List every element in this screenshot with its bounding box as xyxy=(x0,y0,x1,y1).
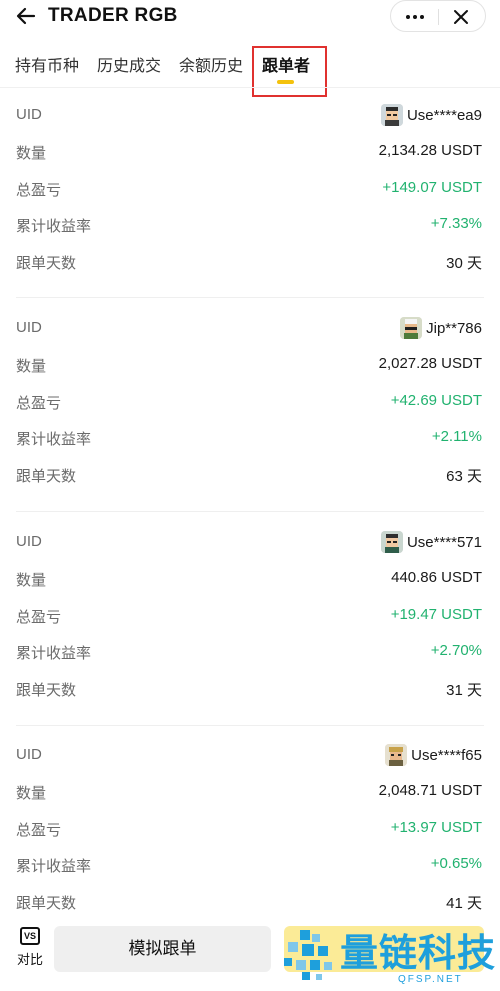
uid-value: Use****ea9 xyxy=(380,103,482,127)
simulate-follow-button[interactable]: 模拟跟单 xyxy=(54,926,271,972)
avatar xyxy=(380,531,403,553)
follower-card: UID Jip**786 数量 2,027.28 USDT 总盈亏 +42.69… xyxy=(0,315,500,498)
amount-label: 数量 xyxy=(16,785,47,802)
tab-balance-history[interactable]: 余额历史 xyxy=(179,52,243,76)
vs-icon: VS xyxy=(20,927,40,945)
return-label: 累计收益率 xyxy=(16,218,92,235)
days-row: 跟单天数 41 天 xyxy=(0,888,500,916)
uid-value: Use****f65 xyxy=(385,743,482,767)
return-value: +0.65% xyxy=(430,855,482,872)
amount-value: 2,134.28 USDT xyxy=(378,142,482,159)
return-row: 累计收益率 +0.65% xyxy=(0,851,500,879)
avatar xyxy=(400,317,423,339)
return-row: 累计收益率 +2.11% xyxy=(0,424,500,452)
pnl-label: 总盈亏 xyxy=(16,395,62,412)
capsule-divider xyxy=(438,9,439,25)
amount-label: 数量 xyxy=(16,572,47,589)
uid-value: Use****571 xyxy=(380,530,482,554)
more-dots-icon[interactable] xyxy=(399,5,431,29)
username: Use****ea9 xyxy=(406,106,482,124)
tab-trade-history[interactable]: 历史成交 xyxy=(97,52,161,76)
return-value: +7.33% xyxy=(430,215,482,232)
compare-label: 对比 xyxy=(16,952,43,967)
header: TRADER RGB xyxy=(0,0,500,34)
tab-holdings[interactable]: 持有币种 xyxy=(15,52,79,76)
amount-value: 440.86 USDT xyxy=(391,569,482,586)
watermark-logo-icon xyxy=(284,930,332,980)
username: Use****f65 xyxy=(411,746,482,764)
amount-row: 数量 2,048.71 USDT xyxy=(0,778,500,806)
watermark-domain: QFSP.NET xyxy=(398,974,463,985)
avatar xyxy=(380,104,403,126)
watermark: 量链科技 QFSP.NET xyxy=(278,918,500,991)
pnl-value: +13.97 USDT xyxy=(390,819,482,836)
return-row: 累计收益率 +7.33% xyxy=(0,211,500,239)
days-row: 跟单天数 63 天 xyxy=(0,461,500,489)
return-value: +2.70% xyxy=(430,642,482,659)
amount-label: 数量 xyxy=(16,358,47,375)
close-icon[interactable] xyxy=(449,5,473,29)
follower-card: UID Use****571 数量 440.86 USDT 总盈亏 +19.47… xyxy=(0,529,500,712)
amount-value: 2,027.28 USDT xyxy=(378,355,482,372)
days-value: 41 天 xyxy=(446,895,482,912)
days-label: 跟单天数 xyxy=(16,682,77,699)
arrow-left-icon[interactable] xyxy=(14,4,38,28)
tabs-divider xyxy=(0,87,500,88)
return-value: +2.11% xyxy=(431,428,482,445)
pnl-label: 总盈亏 xyxy=(16,182,62,199)
days-label: 跟单天数 xyxy=(16,468,77,485)
active-tab-indicator xyxy=(277,80,294,84)
avatar xyxy=(385,744,408,766)
pnl-row: 总盈亏 +149.07 USDT xyxy=(0,175,500,203)
tab-highlight-box xyxy=(252,46,327,97)
pnl-row: 总盈亏 +42.69 USDT xyxy=(0,388,500,416)
tab-bar: 持有币种 历史成交 余额历史 跟单者 xyxy=(0,44,500,88)
days-value: 31 天 xyxy=(446,682,482,699)
return-label: 累计收益率 xyxy=(16,431,92,448)
uid-value: Jip**786 xyxy=(400,316,482,340)
amount-value: 2,048.71 USDT xyxy=(378,782,482,799)
pnl-value: +19.47 USDT xyxy=(390,606,482,623)
return-row: 累计收益率 +2.70% xyxy=(0,638,500,666)
amount-row: 数量 2,134.28 USDT xyxy=(0,138,500,166)
pnl-value: +149.07 USDT xyxy=(382,179,482,196)
uid-row: UID Use****ea9 xyxy=(0,102,500,130)
follower-card: UID Use****ea9 数量 2,134.28 USDT 总盈亏 +149… xyxy=(0,102,500,285)
days-value: 63 天 xyxy=(446,468,482,485)
pnl-label: 总盈亏 xyxy=(16,822,62,839)
page-title: TRADER RGB xyxy=(48,5,178,26)
compare-button[interactable]: VS 对比 xyxy=(14,927,46,973)
watermark-name: 量链科技 xyxy=(340,931,497,975)
uid-row: UID Jip**786 xyxy=(0,315,500,343)
days-label: 跟单天数 xyxy=(16,255,77,272)
card-divider xyxy=(16,725,484,726)
pnl-label: 总盈亏 xyxy=(16,609,62,626)
days-value: 30 天 xyxy=(446,255,482,272)
pnl-row: 总盈亏 +13.97 USDT xyxy=(0,815,500,843)
pnl-row: 总盈亏 +19.47 USDT xyxy=(0,602,500,630)
days-row: 跟单天数 31 天 xyxy=(0,675,500,703)
uid-row: UID Use****f65 xyxy=(0,742,500,770)
uid-label: UID xyxy=(16,533,42,550)
uid-row: UID Use****571 xyxy=(0,529,500,557)
uid-label: UID xyxy=(16,319,42,336)
username: Jip**786 xyxy=(426,319,482,337)
uid-label: UID xyxy=(16,746,42,763)
card-divider xyxy=(16,297,484,298)
card-divider xyxy=(16,511,484,512)
amount-row: 数量 440.86 USDT xyxy=(0,565,500,593)
days-row: 跟单天数 30 天 xyxy=(0,248,500,276)
follower-card: UID Use****f65 数量 2,048.71 USDT 总盈亏 +13.… xyxy=(0,742,500,925)
mini-program-capsule xyxy=(390,0,486,32)
amount-row: 数量 2,027.28 USDT xyxy=(0,351,500,379)
return-label: 累计收益率 xyxy=(16,858,92,875)
return-label: 累计收益率 xyxy=(16,645,92,662)
amount-label: 数量 xyxy=(16,145,47,162)
username: Use****571 xyxy=(406,533,482,551)
pnl-value: +42.69 USDT xyxy=(390,392,482,409)
uid-label: UID xyxy=(16,106,42,123)
days-label: 跟单天数 xyxy=(16,895,77,912)
